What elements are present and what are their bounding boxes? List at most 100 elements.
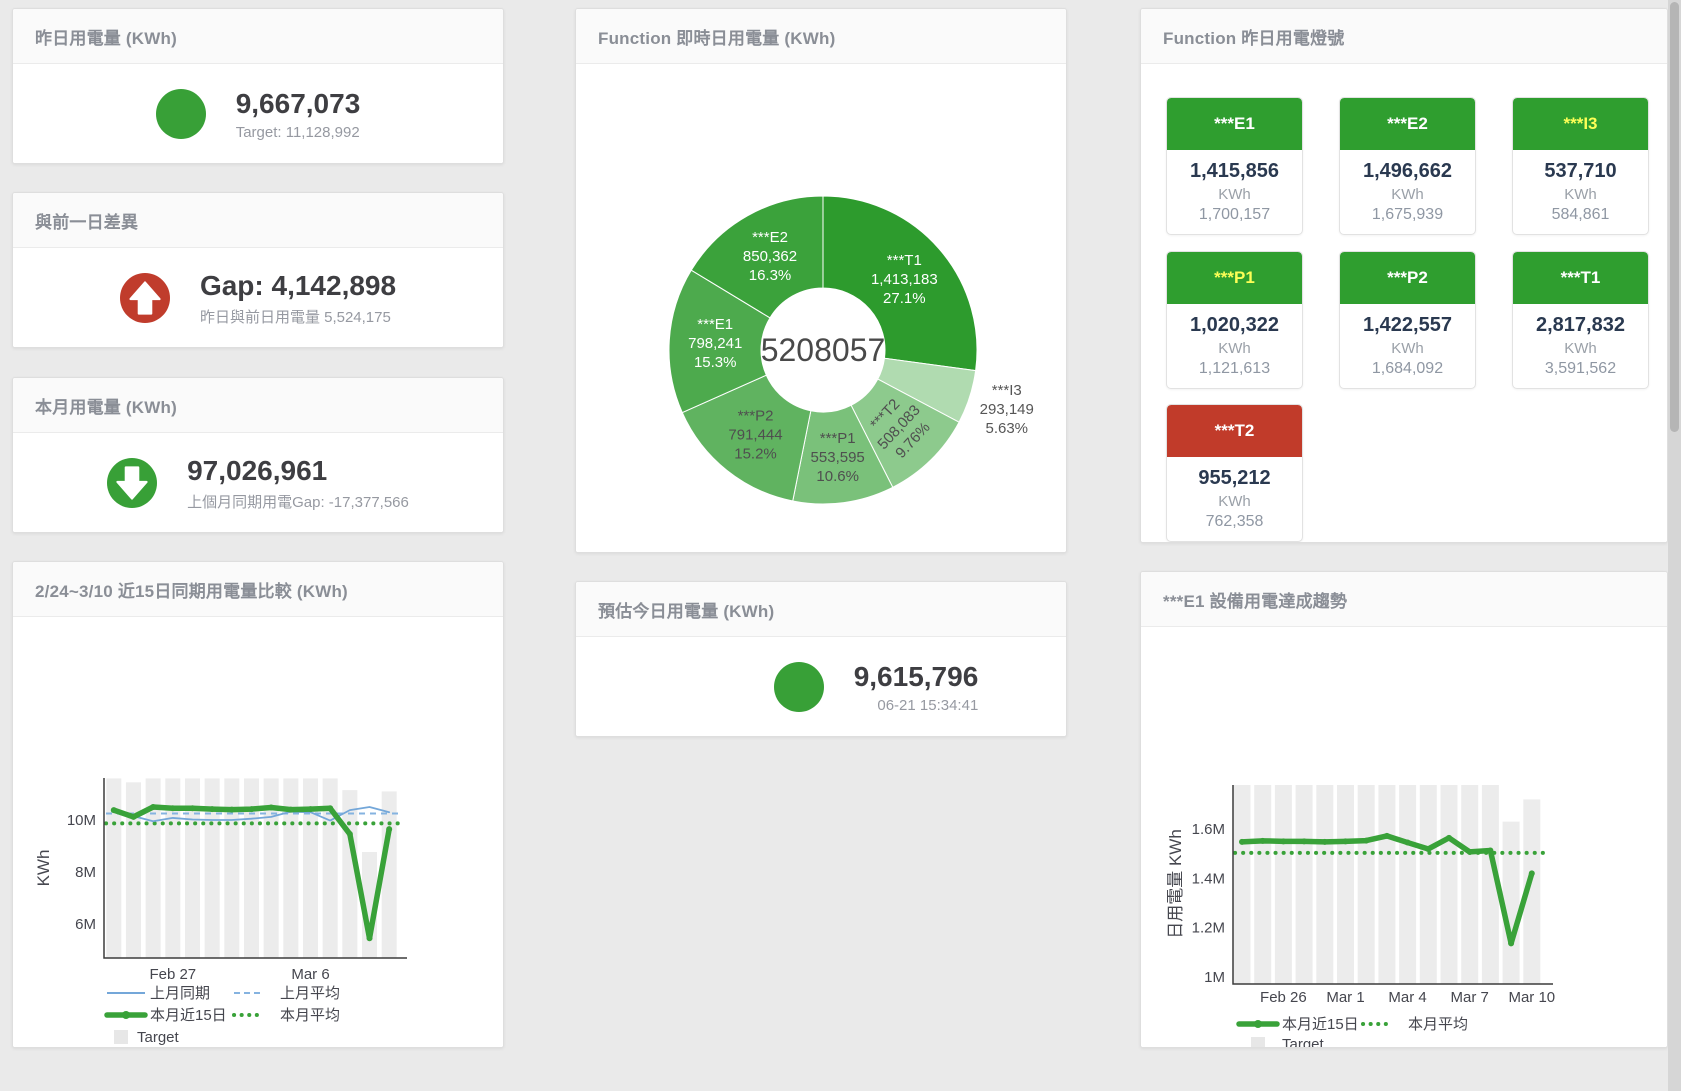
- legend-item-本月平均[interactable]: 本月平均: [1363, 1016, 1468, 1033]
- legend-item-上月同期[interactable]: 上月同期: [107, 985, 210, 1002]
- tile-target-value: 1,121,613: [1199, 360, 1270, 378]
- panel-title: 本月用電量 (KWh): [35, 393, 177, 418]
- target-bar[interactable]: [1441, 785, 1458, 984]
- legend-label: Target: [137, 1029, 180, 1046]
- target-bar[interactable]: [382, 791, 397, 958]
- x-tick-label: Feb 26: [1260, 989, 1307, 1006]
- x-tick-label: Mar 4: [1388, 989, 1426, 1006]
- legend-item-本月近15日[interactable]: 本月近15日: [107, 1007, 227, 1024]
- tile-target-value: 1,675,939: [1372, 206, 1443, 224]
- svg-text:293,149: 293,149: [980, 401, 1034, 418]
- legend-label: 本月近15日: [150, 1007, 227, 1024]
- light-tile-I3[interactable]: ***I3537,710KWh584,861: [1512, 97, 1649, 235]
- legend-label: 本月平均: [280, 1007, 340, 1024]
- target-bar[interactable]: [1234, 785, 1251, 984]
- kpi-row: 97,026,961 上個月同期用電Gap: -17,377,566: [13, 433, 503, 533]
- target-bar[interactable]: [1337, 785, 1354, 984]
- light-tile-header: ***E2: [1340, 98, 1475, 150]
- target-bar[interactable]: [1275, 785, 1292, 984]
- legend-item-Target[interactable]: Target: [114, 1029, 180, 1046]
- scrollbar-thumb[interactable]: [1670, 2, 1679, 432]
- target-bar[interactable]: [244, 778, 259, 958]
- svg-text:***I3: ***I3: [992, 382, 1022, 399]
- light-tile-T2[interactable]: ***T2955,212KWh762,358: [1166, 404, 1303, 542]
- legend-item-Target[interactable]: Target: [1251, 1036, 1325, 1048]
- light-tile-P1[interactable]: ***P11,020,322KWh1,121,613: [1166, 251, 1303, 389]
- light-tile-P2[interactable]: ***P21,422,557KWh1,684,092: [1339, 251, 1476, 389]
- panel-15day-comparison-chart: 2/24~3/10 近15日同期用電量比較 (KWh) 10M8M6MFeb 2…: [12, 561, 504, 1048]
- y-tick-label: 1.4M: [1192, 870, 1225, 887]
- panel-title: 昨日用電量 (KWh): [35, 24, 177, 49]
- light-tile-E2[interactable]: ***E21,496,662KWh1,675,939: [1339, 97, 1476, 235]
- target-bar[interactable]: [1378, 785, 1395, 984]
- comparison-line-chart[interactable]: 10M8M6MFeb 27Mar 6KWh上月同期上月平均本月近15日本月平均T…: [13, 617, 503, 1048]
- y-tick-label: 1.2M: [1192, 920, 1225, 937]
- target-bar[interactable]: [1316, 785, 1333, 984]
- legend-item-本月平均[interactable]: 本月平均: [234, 1007, 340, 1024]
- arrow-down-circle-icon: [107, 458, 157, 508]
- status-circle-icon: [156, 89, 206, 139]
- legend-item-本月近15日[interactable]: 本月近15日: [1239, 1016, 1359, 1033]
- light-tile-T1[interactable]: ***T12,817,832KWh3,591,562: [1512, 251, 1649, 389]
- tile-unit: KWh: [1391, 186, 1424, 203]
- legend-item-上月平均[interactable]: 上月平均: [234, 985, 340, 1002]
- y-tick-label: 1.6M: [1192, 821, 1225, 838]
- kpi-subtext: 昨日與前日用電量 5,524,175: [200, 306, 396, 327]
- target-bar[interactable]: [303, 778, 318, 958]
- target-bar[interactable]: [106, 778, 121, 958]
- kpi-subtext: 上個月同期用電Gap: -17,377,566: [187, 491, 409, 512]
- target-bar[interactable]: [1358, 785, 1375, 984]
- donut-center-total: 5208057: [761, 332, 886, 368]
- panel-header[interactable]: 與前一日差異: [13, 193, 503, 248]
- panel-header[interactable]: 2/24~3/10 近15日同期用電量比較 (KWh): [13, 562, 503, 617]
- legend-label: 本月近15日: [1282, 1016, 1359, 1033]
- tile-value: 537,710: [1544, 159, 1616, 183]
- target-bar[interactable]: [1296, 785, 1313, 984]
- svg-text:***E2: ***E2: [752, 229, 788, 246]
- panel-header[interactable]: 預估今日用電量 (KWh): [576, 582, 1066, 637]
- svg-text:1,413,183: 1,413,183: [871, 271, 938, 288]
- panel-header[interactable]: 昨日用電量 (KWh): [13, 9, 503, 64]
- status-circle-icon: [774, 662, 824, 712]
- panel-realtime-donut: Function 即時日用電量 (KWh) ***T11,413,18327.1…: [575, 8, 1067, 553]
- donut-slice-label: ***I3293,1495.63%: [980, 382, 1034, 437]
- target-bar[interactable]: [283, 778, 298, 958]
- panel-header[interactable]: Function 即時日用電量 (KWh): [576, 9, 1066, 64]
- tile-target-value: 1,700,157: [1199, 206, 1270, 224]
- kpi-subtext: Target: 11,128,992: [236, 124, 361, 141]
- kpi-row: 9,667,073 Target: 11,128,992: [13, 64, 503, 164]
- target-bar[interactable]: [205, 778, 220, 958]
- realtime-usage-donut-chart[interactable]: ***T11,413,18327.1%***I3293,1495.63%***T…: [576, 64, 1066, 553]
- target-bar[interactable]: [1399, 785, 1416, 984]
- e1-trend-line-chart[interactable]: 1.6M1.4M1.2M1MFeb 26Mar 1Mar 4Mar 7Mar 1…: [1141, 627, 1667, 1048]
- tile-unit: KWh: [1564, 186, 1597, 203]
- panel-day-gap: 與前一日差異 Gap: 4,142,898 昨日與前日用電量 5,524,175: [12, 192, 504, 348]
- tile-value: 955,212: [1198, 466, 1270, 490]
- light-tile-header: ***P2: [1340, 252, 1475, 304]
- light-tile-E1[interactable]: ***E11,415,856KWh1,700,157: [1166, 97, 1303, 235]
- target-bar[interactable]: [1461, 785, 1478, 984]
- scrollbar-track[interactable]: [1668, 0, 1681, 1091]
- panel-header[interactable]: ***E1 設備用電達成趨勢: [1141, 572, 1667, 627]
- kpi-value: 97,026,961: [187, 455, 409, 487]
- panel-header[interactable]: 本月用電量 (KWh): [13, 378, 503, 433]
- target-bar[interactable]: [1420, 785, 1437, 984]
- panel-title: ***E1 設備用電達成趨勢: [1163, 587, 1347, 612]
- x-tick-label: Mar 6: [291, 966, 329, 983]
- target-bar[interactable]: [1254, 785, 1271, 984]
- panel-title: 預估今日用電量 (KWh): [598, 597, 774, 622]
- tile-target-value: 762,358: [1206, 513, 1264, 531]
- target-bar[interactable]: [126, 782, 141, 958]
- tile-unit: KWh: [1391, 340, 1424, 357]
- panel-header[interactable]: Function 昨日用電燈號: [1141, 9, 1667, 64]
- legend-label: 上月平均: [280, 985, 340, 1002]
- y-axis-title: KWh: [34, 850, 53, 887]
- tile-target-value: 1,684,092: [1372, 360, 1443, 378]
- light-tile-header: ***P1: [1167, 252, 1302, 304]
- target-bar[interactable]: [1503, 822, 1520, 984]
- panel-yesterday-usage: 昨日用電量 (KWh) 9,667,073 Target: 11,128,992: [12, 8, 504, 164]
- svg-text:798,241: 798,241: [688, 335, 742, 352]
- x-tick-label: Mar 10: [1508, 989, 1555, 1006]
- target-bar[interactable]: [224, 778, 239, 958]
- svg-text:27.1%: 27.1%: [883, 290, 926, 307]
